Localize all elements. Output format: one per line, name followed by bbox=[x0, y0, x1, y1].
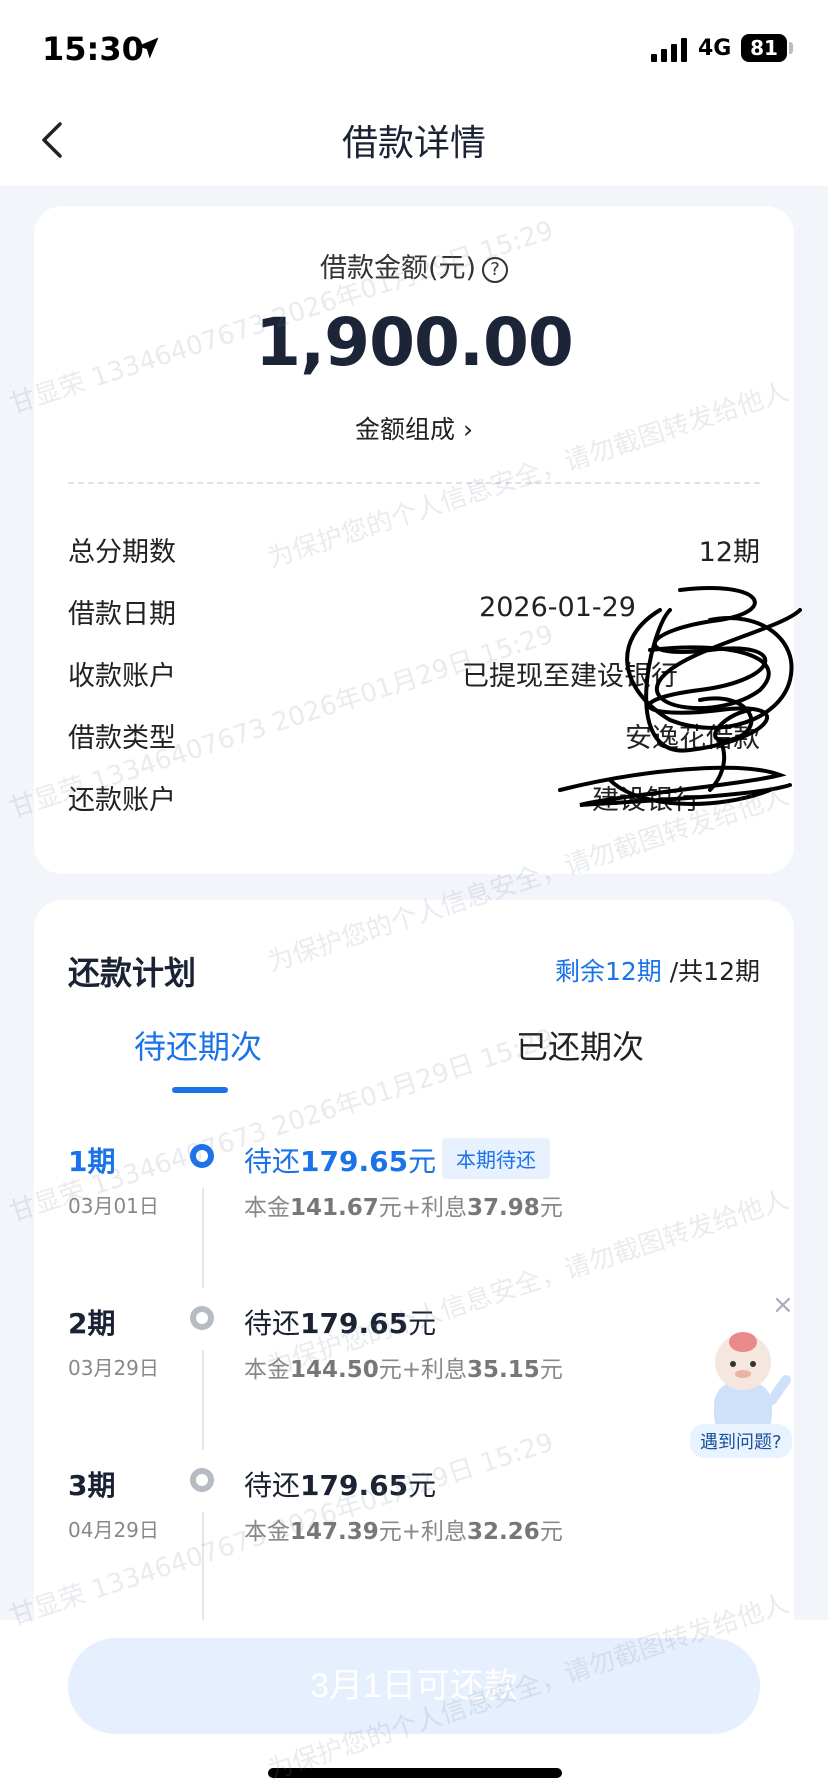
principal-label: 本金 bbox=[244, 1195, 290, 1221]
info-row-loan-date: 借款日期 2026-01-29 bbox=[68, 586, 760, 630]
info-key: 借款日期 bbox=[68, 599, 176, 630]
due-unit: 元 bbox=[408, 1307, 437, 1340]
period-due: 待还179.65元 bbox=[244, 1464, 436, 1504]
plan-count: 剩余12期 /共12期 bbox=[555, 952, 760, 988]
principal-label: 本金 bbox=[244, 1519, 290, 1545]
principal-value: 141.67 bbox=[290, 1195, 379, 1221]
help-icon[interactable]: ? bbox=[482, 257, 509, 283]
principal-value: 147.39 bbox=[290, 1519, 379, 1545]
loan-summary-card: 借款金额(元)? 1,900.00 金额组成 › 总分期数 12期 借款日期 2… bbox=[34, 206, 794, 874]
home-indicator bbox=[268, 1768, 562, 1778]
info-key: 还款账户 bbox=[68, 785, 176, 816]
repayment-plan-card: 还款计划 剩余12期 /共12期 待还期次 已还期次 1期 03月01日 待还1… bbox=[34, 900, 794, 1660]
info-value: 安逸花借款 bbox=[625, 723, 760, 754]
nav-bar: 借款详情 bbox=[0, 90, 828, 186]
remaining-periods: 剩余12期 bbox=[554, 957, 662, 986]
info-value: 12期 bbox=[698, 537, 760, 568]
current-period-badge: 本期待还 bbox=[442, 1138, 550, 1179]
period-breakdown: 本金144.50元+利息35.15元 bbox=[244, 1350, 563, 1384]
plan-title: 还款计划 bbox=[68, 954, 197, 992]
amount-label-row: 借款金额(元)? bbox=[34, 246, 794, 285]
battery-icon: 81 bbox=[741, 34, 787, 62]
tab-paid[interactable]: 已还期次 bbox=[516, 1022, 644, 1068]
due-amount: 179.65 bbox=[300, 1469, 409, 1502]
repay-button[interactable]: 3月1日可还款 bbox=[68, 1638, 760, 1734]
due-amount: 179.65 bbox=[300, 1145, 409, 1178]
timeline-dot bbox=[190, 1144, 214, 1168]
info-key: 借款类型 bbox=[68, 723, 176, 754]
period-number: 2期 bbox=[68, 1307, 116, 1340]
dashed-divider bbox=[68, 482, 760, 484]
breakdown-unit: 元 bbox=[539, 1357, 563, 1383]
info-row-installments: 总分期数 12期 bbox=[68, 524, 760, 568]
info-value: 已提现至建设银行 bbox=[462, 661, 678, 692]
due-prefix: 待还 bbox=[244, 1307, 301, 1340]
interest-value: 35.15 bbox=[467, 1357, 540, 1383]
interest-label: 元+利息 bbox=[378, 1357, 468, 1383]
info-row-receiving-account: 收款账户 已提现至建设银行 bbox=[68, 648, 760, 692]
due-prefix: 待还 bbox=[244, 1469, 301, 1502]
info-row-repay-account[interactable]: 还款账户 建设银行 bbox=[68, 772, 760, 816]
due-amount: 179.65 bbox=[300, 1307, 409, 1340]
period-due: 待还179.65元 bbox=[244, 1140, 436, 1180]
signal-icon bbox=[651, 38, 687, 62]
breakdown-unit: 元 bbox=[539, 1195, 563, 1221]
interest-label: 元+利息 bbox=[378, 1195, 468, 1221]
info-key: 总分期数 bbox=[68, 537, 176, 568]
battery-cap bbox=[789, 42, 793, 54]
due-unit: 元 bbox=[408, 1469, 437, 1502]
amount-label: 借款金额(元) bbox=[319, 253, 477, 284]
tab-pending[interactable]: 待还期次 bbox=[134, 1022, 262, 1068]
interest-value: 37.98 bbox=[467, 1195, 540, 1221]
period-row[interactable]: 1期 03月01日 待还179.65元 本期待还 本金141.67元+利息37.… bbox=[68, 1138, 760, 1290]
period-number: 3期 bbox=[68, 1469, 116, 1502]
period-date: 03月01日 bbox=[68, 1194, 159, 1218]
bottom-bar: 3月1日可还款 bbox=[0, 1620, 828, 1792]
period-row[interactable]: 2期 03月29日 待还179.65元 本金144.50元+利息35.15元 bbox=[68, 1302, 760, 1452]
period-breakdown: 本金141.67元+利息37.98元 bbox=[244, 1188, 563, 1222]
helper-close-icon[interactable]: × bbox=[772, 1290, 794, 1320]
period-row[interactable]: 3期 04月29日 待还179.65元 本金147.39元+利息32.26元 bbox=[68, 1464, 760, 1614]
due-prefix: 待还 bbox=[244, 1145, 301, 1178]
breakdown-unit: 元 bbox=[539, 1519, 563, 1545]
due-unit: 元 bbox=[408, 1145, 437, 1178]
timeline-dot bbox=[190, 1306, 214, 1330]
interest-label: 元+利息 bbox=[378, 1519, 468, 1545]
timeline-dot bbox=[190, 1468, 214, 1492]
principal-value: 144.50 bbox=[290, 1357, 379, 1383]
interest-value: 32.26 bbox=[467, 1519, 540, 1545]
total-periods: /共12期 bbox=[669, 957, 760, 986]
info-value: 建设银行 bbox=[592, 785, 700, 816]
amount-composition-link[interactable]: 金额组成 › bbox=[34, 410, 794, 446]
principal-label: 本金 bbox=[244, 1357, 290, 1383]
info-key: 收款账户 bbox=[68, 661, 176, 692]
location-arrow-icon bbox=[137, 37, 159, 59]
helper-label[interactable]: 遇到问题? bbox=[690, 1424, 792, 1458]
info-value: 2026-01-29 bbox=[479, 592, 636, 623]
period-date: 04月29日 bbox=[68, 1518, 159, 1542]
loan-amount: 1,900.00 bbox=[255, 304, 574, 381]
status-time: 15:30 bbox=[42, 30, 144, 68]
network-label: 4G bbox=[698, 36, 732, 61]
period-date: 03月29日 bbox=[68, 1356, 159, 1380]
page-title: 借款详情 bbox=[341, 123, 486, 164]
tab-underline bbox=[172, 1087, 228, 1093]
status-bar: 15:30 4G 81 bbox=[0, 0, 828, 90]
period-due: 待还179.65元 bbox=[244, 1302, 436, 1342]
period-number: 1期 bbox=[68, 1145, 116, 1178]
info-row-loan-type: 借款类型 安逸花借款 bbox=[68, 710, 760, 754]
period-breakdown: 本金147.39元+利息32.26元 bbox=[244, 1512, 563, 1546]
